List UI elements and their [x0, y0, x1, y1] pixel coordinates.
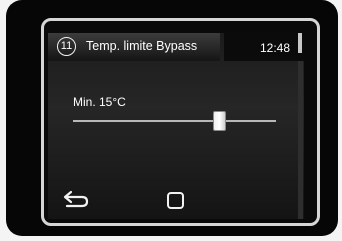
header-clock-area: 12:48	[224, 33, 304, 61]
temperature-slider[interactable]	[73, 120, 276, 122]
header-bar: 11 Temp. limite Bypass 12:48	[48, 33, 304, 61]
slider-handle[interactable]	[213, 111, 226, 131]
step-number-badge: 11	[57, 37, 76, 56]
clock-time: 12:48	[260, 41, 291, 55]
back-button[interactable]	[62, 188, 94, 212]
scrollbar-thumb[interactable]	[298, 33, 302, 53]
square-home-icon[interactable]	[167, 192, 184, 209]
back-arrow-icon	[63, 190, 89, 208]
display-screen: 11 Temp. limite Bypass 12:48 Min. 15°C	[48, 33, 304, 219]
header-title-area: 11 Temp. limite Bypass	[48, 33, 220, 61]
setting-value-label: Min. 15°C	[73, 95, 126, 109]
scrollbar[interactable]	[298, 61, 303, 219]
screen-title: Temp. limite Bypass	[86, 39, 198, 53]
